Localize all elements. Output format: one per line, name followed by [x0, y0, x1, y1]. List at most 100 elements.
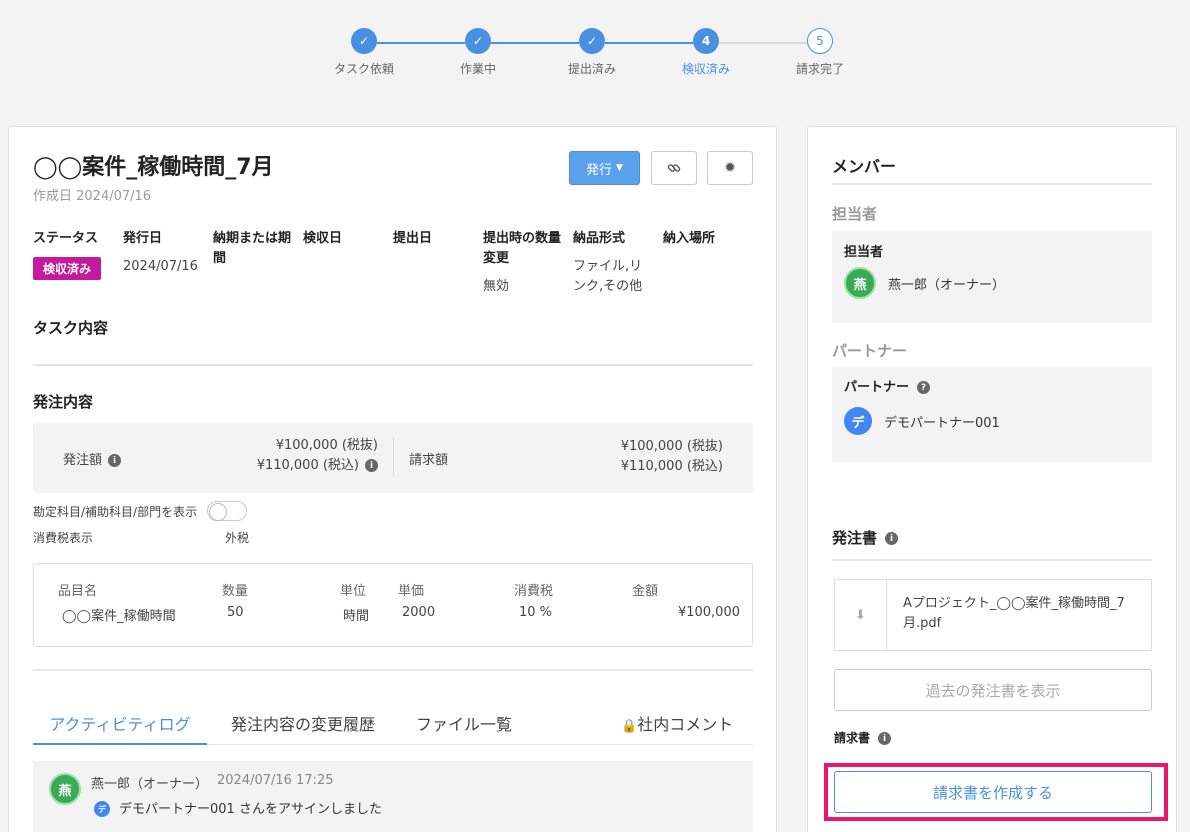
- issued-date: 2024/07/16: [123, 259, 198, 274]
- avatar: デ: [94, 801, 110, 817]
- caret-down-icon: ▼: [616, 163, 623, 173]
- step-label: タスク依頼: [333, 62, 394, 76]
- issue-button[interactable]: 発行 ▼: [569, 151, 640, 185]
- info-icon[interactable]: i: [108, 454, 122, 467]
- purchase-order-file[interactable]: ⬇ Aプロジェクト_◯◯案件_稼働時間_7月.pdf: [834, 579, 1152, 651]
- invoice-amount-label: 請求額: [409, 453, 449, 468]
- check-icon: ✓: [579, 28, 605, 54]
- step-number: 5: [807, 28, 833, 54]
- link-icon: [667, 164, 681, 172]
- column-header: 金額: [632, 584, 659, 599]
- item-price: 2000: [402, 605, 436, 620]
- amount-summary: 発注額 i ¥100,000 (税抜) ¥110,000 (税込) i 請求額 ¥1…: [33, 423, 753, 493]
- items-table: 品目名 数量 単位 単価 消費税 金額 ◯◯案件_稼働時間 50 時間 2000…: [33, 563, 753, 647]
- invoice-amount-incl: ¥110,000 (税込): [620, 459, 723, 474]
- step-number: 4: [693, 28, 719, 54]
- invoice-label-text: 請求書: [834, 731, 871, 745]
- info-icon[interactable]: i: [365, 459, 378, 472]
- created-date: 作成日 2024/07/16: [33, 189, 152, 204]
- download-icon[interactable]: ⬇: [835, 580, 887, 650]
- activity-user: 燕一郎（オーナー）: [91, 777, 209, 792]
- lock-icon: 🔒: [621, 719, 638, 734]
- progress-stepper: ✓ タスク依頼 ✓ 作業中 ✓ 提出済み 4 検収済み 5 請求完了: [320, 28, 860, 88]
- order-amount: ¥100,000 (税抜) ¥110,000 (税込) i: [233, 436, 378, 476]
- order-amount-label: 発注額 i: [63, 449, 122, 468]
- tax-label: 消費税表示: [33, 531, 94, 545]
- show-past-orders-button[interactable]: 過去の発注書を表示: [834, 669, 1152, 711]
- settings-button[interactable]: ✹: [707, 151, 753, 185]
- file-name: Aプロジェクト_◯◯案件_稼働時間_7月.pdf: [903, 596, 1125, 631]
- activity-log: 燕 燕一郎（オーナー） 2024/07/16 17:25 デ デモパートナー00…: [33, 761, 753, 832]
- step-5: 5 請求完了: [775, 28, 865, 77]
- divider: [832, 559, 1152, 561]
- accounts-toggle-label: 勘定科目/補助科目/部門を表示: [33, 504, 198, 519]
- accounts-toggle[interactable]: [207, 501, 248, 521]
- tab-file-list[interactable]: ファイル一覧: [416, 711, 512, 745]
- detail-tabs: アクティビティログ 発注内容の変更履歴 ファイル一覧 🔒社内コメント: [33, 705, 753, 745]
- qty-change-value: 無効: [483, 279, 510, 294]
- tab-internal-comments-label: 社内コメント: [637, 715, 734, 734]
- divider: [393, 437, 394, 477]
- item-unit: 時間: [343, 609, 370, 624]
- order-amount-excl: ¥100,000 (税抜): [275, 438, 378, 453]
- item-amount: ¥100,000: [677, 605, 740, 620]
- field-label: 提出日: [393, 231, 433, 246]
- avatar: 燕: [49, 773, 81, 805]
- field-label: 発行日: [123, 231, 163, 246]
- column-header: 単価: [398, 584, 425, 599]
- tax-value: 外税: [225, 531, 250, 545]
- check-icon: ✓: [465, 28, 491, 54]
- field-label: ステータス: [33, 231, 99, 246]
- purchase-order-title-text: 発注書: [832, 529, 878, 547]
- assignee-row: 燕 燕一郎（オーナー）: [844, 267, 1005, 299]
- help-icon[interactable]: ?: [917, 381, 931, 394]
- issue-button-label: 発行: [586, 162, 613, 178]
- partner-row: デ デモパートナー001: [844, 407, 1000, 435]
- invoice-amount: ¥100,000 (税抜) ¥110,000 (税込): [573, 437, 723, 477]
- divider: [33, 364, 753, 366]
- field-label: 納期または期間: [213, 231, 292, 266]
- activity-message: デモパートナー001 さんをアサインしました: [119, 802, 382, 817]
- accounts-toggle-row: 勘定科目/補助科目/部門を表示: [33, 501, 248, 521]
- create-invoice-button[interactable]: 請求書を作成する: [834, 771, 1152, 813]
- partner-name: デモパートナー001: [884, 415, 1000, 431]
- step-4: 4 検収済み: [661, 28, 751, 77]
- step-3: ✓ 提出済み: [547, 28, 637, 77]
- assignee-header: 担当者: [844, 245, 884, 260]
- assignee-section-title: 担当者: [832, 205, 878, 223]
- partner-box: パートナー? デ デモパートナー001: [832, 367, 1152, 462]
- avatar: デ: [844, 407, 872, 435]
- page-title: ◯◯案件_稼働時間_7月: [33, 155, 274, 180]
- task-detail-card: ◯◯案件_稼働時間_7月 作成日 2024/07/16 発行 ▼ ✹ ステータス…: [8, 126, 777, 832]
- section-title: タスク内容: [33, 319, 109, 337]
- step-label: 提出済み: [567, 62, 616, 76]
- partner-section-title: パートナー: [832, 342, 908, 360]
- order-amount-incl: ¥110,000 (税込): [256, 458, 359, 473]
- order-amount-label-text: 発注額: [63, 453, 103, 468]
- step-label: 作業中: [459, 62, 496, 76]
- purchase-order-title: 発注書 i: [832, 527, 899, 548]
- item-name: ◯◯案件_稼働時間: [62, 609, 176, 624]
- members-title: メンバー: [832, 157, 897, 176]
- divider: [33, 669, 753, 671]
- field-label: 検収日: [303, 231, 343, 246]
- step-1: ✓ タスク依頼: [319, 28, 409, 77]
- step-2: ✓ 作業中: [433, 28, 523, 77]
- divider: [832, 183, 1152, 185]
- side-panel: メンバー 担当者 担当者 燕 燕一郎（オーナー） パートナー パートナー? デ …: [807, 126, 1177, 832]
- tab-order-history[interactable]: 発注内容の変更履歴: [231, 711, 375, 745]
- check-icon: ✓: [351, 28, 377, 54]
- tab-activity-log[interactable]: アクティビティログ: [33, 711, 207, 745]
- invoice-label: 請求書 i: [834, 729, 892, 746]
- field-label: 提出時の数量変更: [483, 231, 562, 266]
- info-icon[interactable]: i: [878, 732, 892, 745]
- tab-internal-comments[interactable]: 🔒社内コメント: [621, 711, 733, 745]
- delivery-format: ファイル,リンク,その他: [573, 259, 643, 294]
- column-header: 消費税: [514, 584, 554, 599]
- step-label: 請求完了: [795, 62, 844, 76]
- info-icon[interactable]: i: [885, 532, 899, 545]
- link-button[interactable]: [651, 151, 697, 185]
- assignee-name: 燕一郎（オーナー）: [888, 277, 1006, 293]
- avatar: 燕: [844, 267, 876, 299]
- section-title: 発注内容: [33, 393, 94, 411]
